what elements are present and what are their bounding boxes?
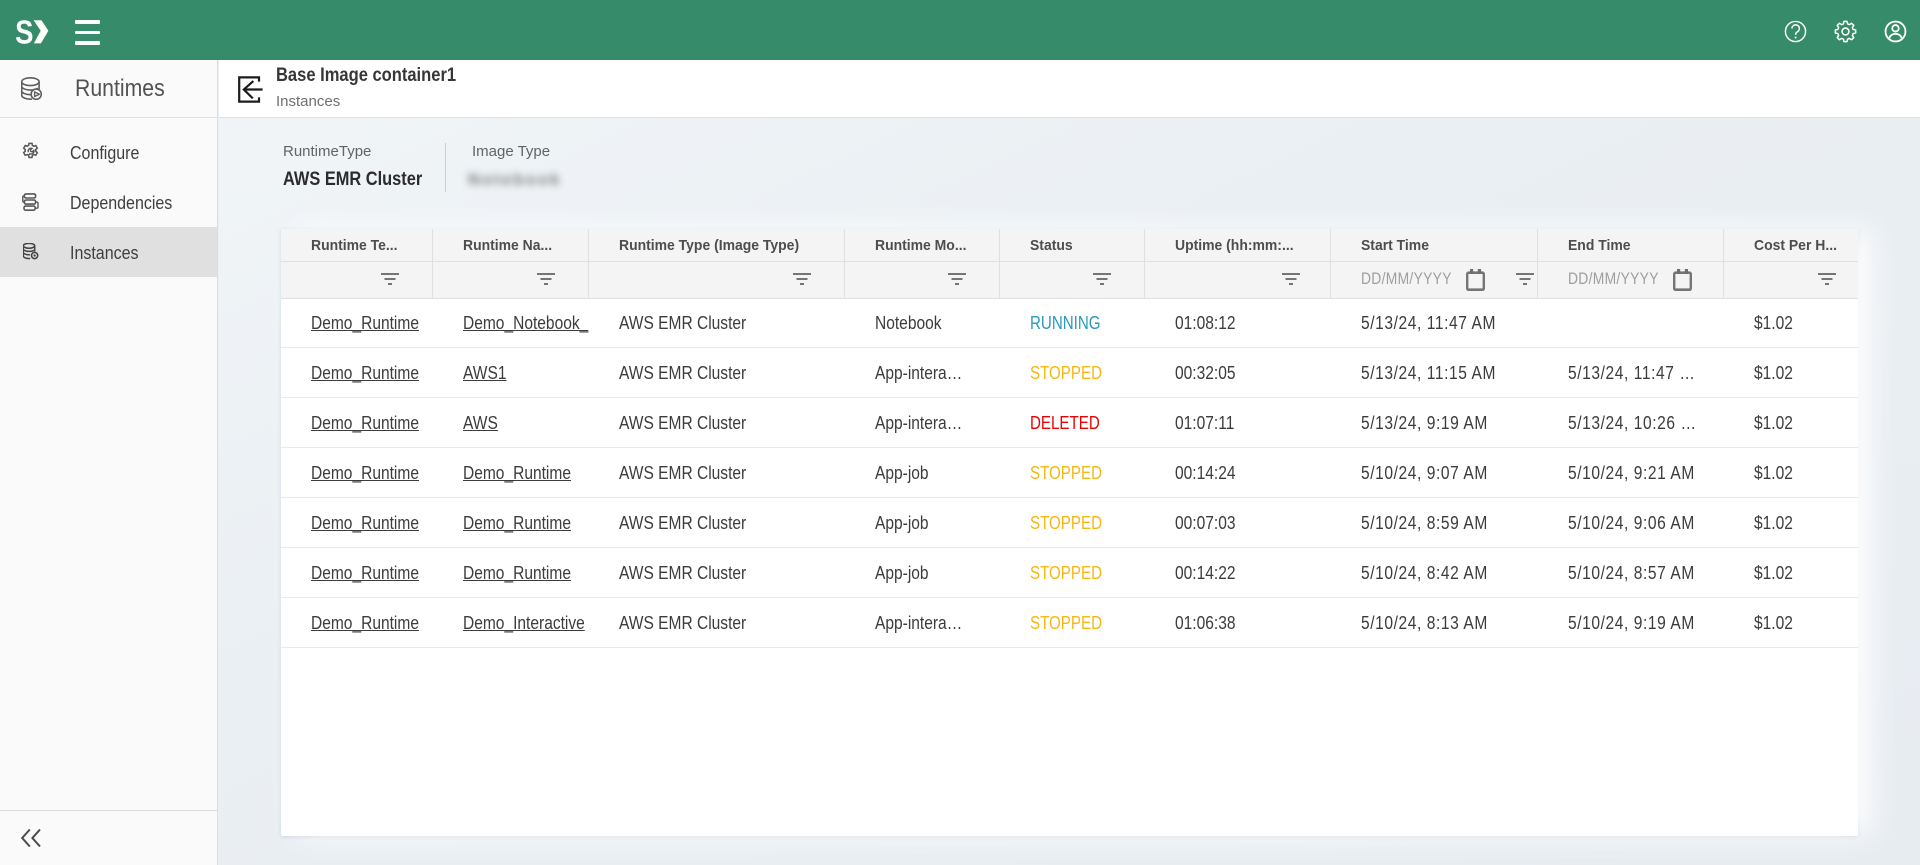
svg-text:S: S	[15, 14, 33, 51]
